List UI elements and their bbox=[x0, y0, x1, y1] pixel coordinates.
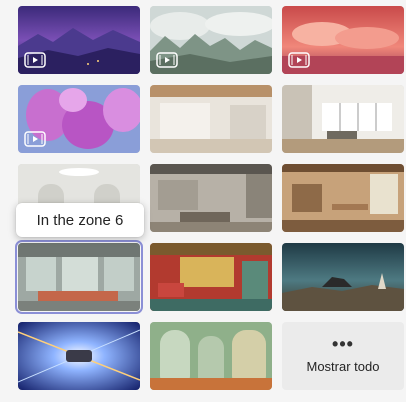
show-all-button[interactable]: ••• Mostrar todo bbox=[282, 322, 404, 390]
background-tile-concrete-lounge[interactable] bbox=[150, 164, 272, 232]
background-grid: ••• Mostrar todo bbox=[15, 6, 404, 390]
video-icon bbox=[156, 52, 178, 68]
background-tile-white-loft[interactable] bbox=[150, 85, 272, 153]
green-arches-image bbox=[150, 322, 272, 390]
background-tile-in-the-zone-6[interactable] bbox=[15, 240, 143, 314]
background-tile-purple-mountains[interactable] bbox=[18, 6, 140, 74]
tooltip: In the zone 6 bbox=[16, 203, 144, 237]
more-icon: ••• bbox=[332, 333, 354, 354]
background-tile-green-arches[interactable] bbox=[150, 322, 272, 390]
background-tile-desert-fantasy[interactable] bbox=[282, 243, 404, 311]
tooltip-text: In the zone 6 bbox=[36, 211, 124, 229]
space-warp-image bbox=[18, 322, 140, 390]
show-all-label: Mostrar todo bbox=[306, 358, 380, 374]
video-icon bbox=[24, 131, 46, 147]
background-tile-space-warp[interactable] bbox=[18, 322, 140, 390]
wood-dining-room-image bbox=[282, 164, 404, 232]
bright-living-room-image bbox=[282, 85, 404, 153]
in-the-zone-6-image bbox=[18, 243, 140, 311]
video-icon bbox=[288, 52, 310, 68]
desert-fantasy-image bbox=[282, 243, 404, 311]
colorful-room-image bbox=[150, 243, 272, 311]
background-tile-wood-dining-room[interactable] bbox=[282, 164, 404, 232]
background-tile-misty-trees[interactable] bbox=[150, 6, 272, 74]
background-tile-colorful-room[interactable] bbox=[150, 243, 272, 311]
white-loft-image bbox=[150, 85, 272, 153]
background-tile-pink-clouds[interactable] bbox=[282, 6, 404, 74]
background-picker-panel: ••• Mostrar todo In the zone 6 bbox=[0, 0, 406, 402]
video-icon bbox=[24, 52, 46, 68]
concrete-lounge-image bbox=[150, 164, 272, 232]
background-tile-pink-flowers[interactable] bbox=[18, 85, 140, 153]
background-tile-bright-living-room[interactable] bbox=[282, 85, 404, 153]
